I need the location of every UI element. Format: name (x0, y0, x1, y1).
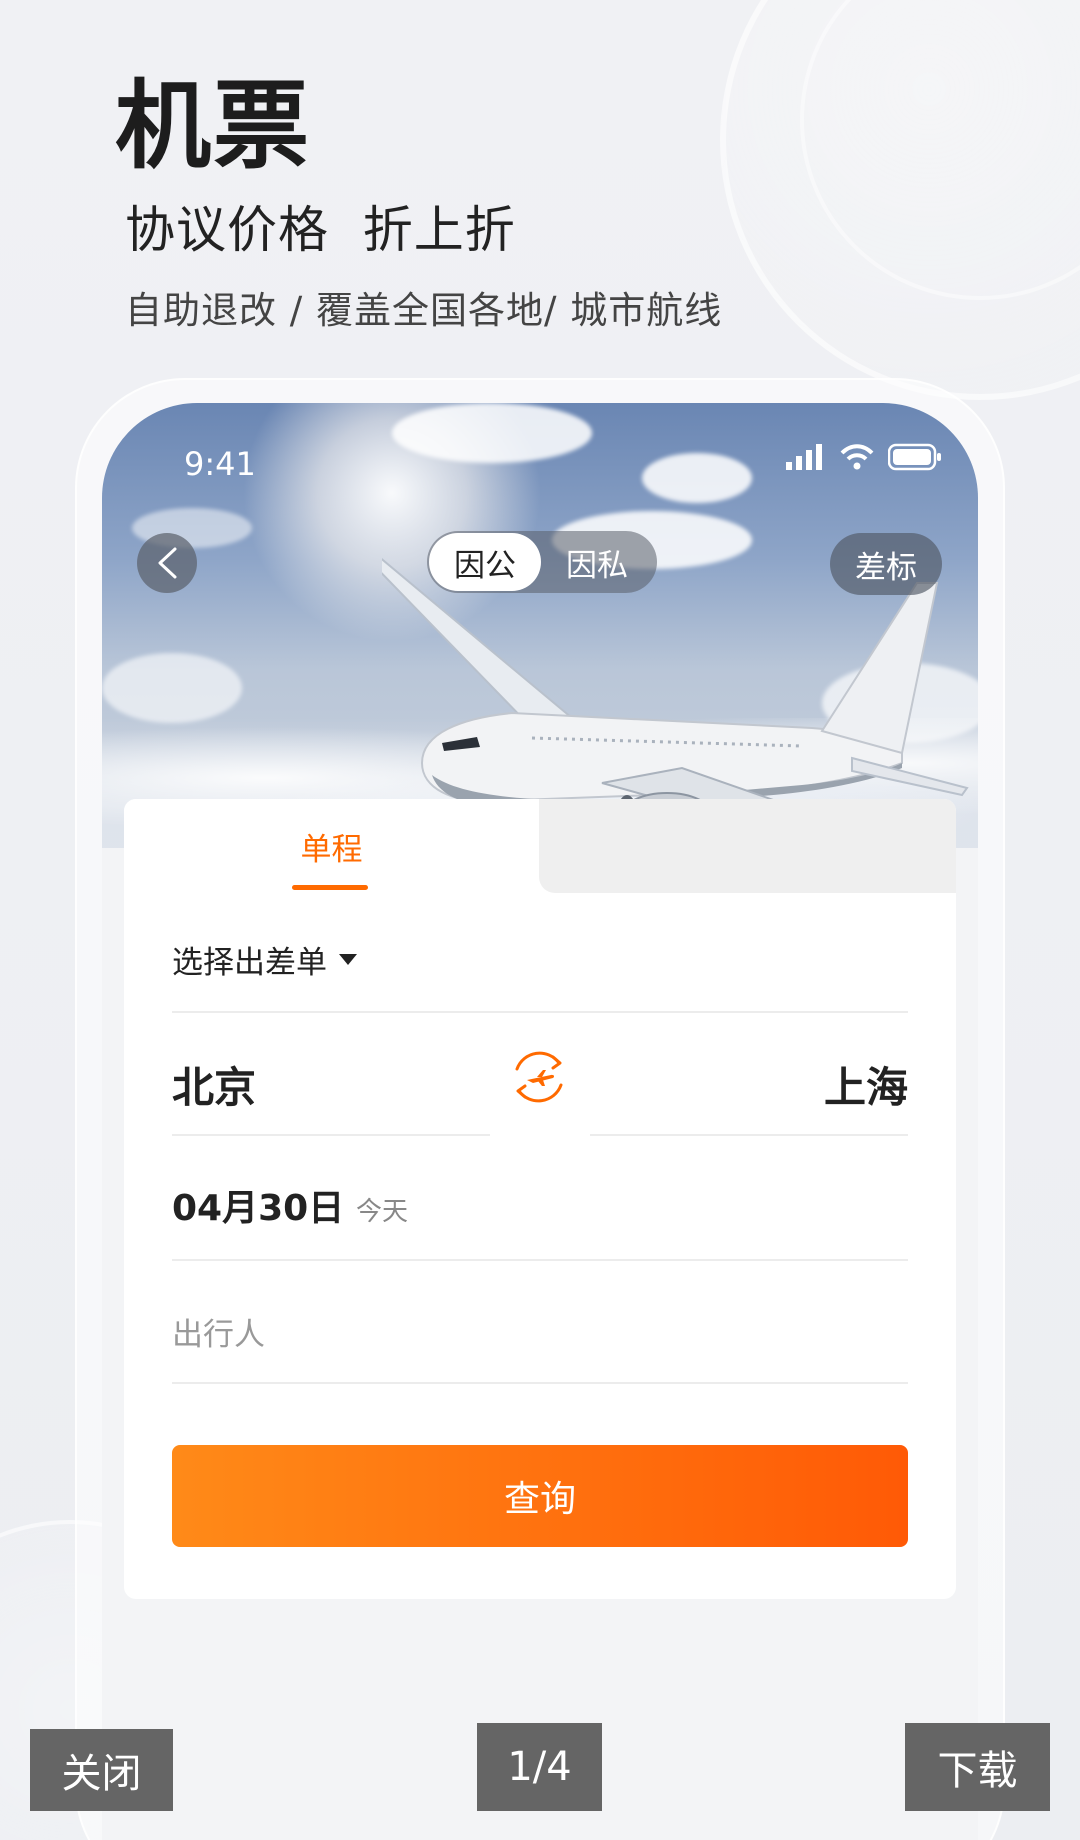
hero-title: 机票 (115, 70, 311, 182)
departure-date[interactable]: 04月30日 (172, 1179, 344, 1231)
traveler-field[interactable]: 出行人 (172, 1309, 265, 1354)
page: 机票 协议价格 折上折 自助退改 / 覆盖全国各地/ 城市航线 9:41 因公 … (0, 0, 1080, 1840)
divider (590, 1134, 908, 1136)
divider (172, 1382, 908, 1384)
hero-description: 自助退改 / 覆盖全国各地/ 城市航线 (125, 289, 723, 332)
chevron-left-icon (158, 547, 177, 579)
divider (172, 1011, 908, 1013)
divider (172, 1259, 908, 1261)
wifi-icon (840, 444, 874, 470)
status-icons (786, 443, 942, 471)
toggle-business[interactable]: 因公 (429, 533, 541, 591)
sky-header-image: 9:41 因公 因私 差标 (102, 403, 978, 848)
signal-icon (786, 444, 822, 470)
download-button[interactable]: 下载 (905, 1723, 1050, 1811)
tab-other[interactable] (539, 799, 956, 893)
phone-screen: 9:41 因公 因私 差标 单程 选择出差单 北京 上海 04月30日 今天 出… (102, 403, 978, 1840)
battery-icon (888, 443, 941, 471)
departure-city[interactable]: 北京 (172, 1054, 256, 1115)
tab-one-way-label: 单程 (300, 831, 363, 868)
tab-one-way[interactable]: 单程 (124, 799, 539, 893)
divider (172, 1134, 490, 1136)
active-tab-indicator (292, 885, 368, 890)
business-private-toggle: 因公 因私 (427, 531, 657, 593)
close-button[interactable]: 关闭 (30, 1729, 173, 1811)
date-relative-label: 今天 (356, 1197, 409, 1227)
back-button[interactable] (137, 533, 197, 593)
toggle-private[interactable]: 因私 (541, 533, 653, 591)
hero-subtitle: 协议价格 折上折 (125, 201, 516, 259)
arrival-city[interactable]: 上海 (824, 1054, 908, 1115)
decorative-circle (720, 0, 1080, 400)
trip-order-label: 选择出差单 (172, 945, 327, 981)
decorative-circle (800, 0, 1080, 300)
cloud (102, 653, 242, 723)
page-indicator: 1/4 (477, 1723, 602, 1811)
cloud (392, 403, 592, 463)
trip-order-selector[interactable]: 选择出差单 (172, 937, 357, 982)
status-time: 9:41 (184, 445, 256, 483)
search-button[interactable]: 查询 (172, 1445, 908, 1547)
cloud (642, 453, 752, 503)
travel-standard-button[interactable]: 差标 (830, 533, 942, 595)
caret-down-icon (339, 953, 357, 965)
swap-cities-icon[interactable] (509, 1047, 569, 1107)
flight-search-card: 单程 选择出差单 北京 上海 04月30日 今天 出行人 查询 (124, 799, 956, 1599)
